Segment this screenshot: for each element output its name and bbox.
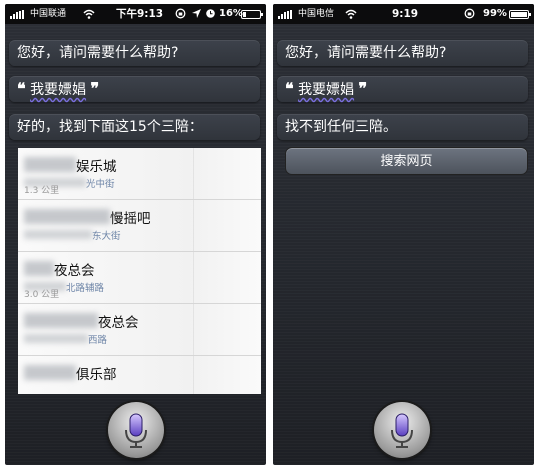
results-list[interactable]: 娱乐城 光中街 1.3 公里 慢摇吧 东大街 夜总会 北路辅路 3.0 公里 夜… bbox=[18, 148, 261, 394]
siri-mic-button[interactable] bbox=[108, 402, 164, 458]
siri-reply-bubble: 找不到任何三陪。 bbox=[277, 114, 528, 140]
battery-icon bbox=[509, 10, 531, 19]
close-quote-icon: ❞ bbox=[358, 79, 368, 98]
siri-mic-button[interactable] bbox=[374, 402, 430, 458]
result-address: 光中街 bbox=[86, 179, 115, 190]
rotation-lock-icon bbox=[464, 8, 475, 19]
list-item[interactable]: 夜总会 北路辅路 3.0 公里 bbox=[18, 252, 261, 304]
location-arrow-icon bbox=[192, 9, 201, 18]
list-item[interactable]: 俱乐部 bbox=[18, 356, 261, 394]
rotation-lock-icon bbox=[175, 8, 186, 19]
carrier-name: 中国电信 bbox=[298, 9, 335, 19]
result-distance: 3.0 公里 bbox=[24, 290, 60, 300]
status-bar: 中国联通 下午9:13 16% bbox=[5, 4, 266, 24]
result-name: 夜总会 bbox=[98, 315, 139, 331]
result-address: 东大街 bbox=[92, 231, 121, 242]
result-name: 俱乐部 bbox=[76, 367, 117, 383]
result-name: 慢摇吧 bbox=[110, 211, 151, 227]
open-quote-icon: ❝ bbox=[285, 79, 294, 98]
signal-bars-icon bbox=[278, 10, 296, 19]
battery-icon bbox=[241, 10, 263, 19]
user-query-text: 我要嫖娼 bbox=[30, 82, 87, 98]
microphone-icon bbox=[391, 413, 413, 448]
result-name: 娱乐城 bbox=[76, 159, 117, 175]
user-query-text: 我要嫖娼 bbox=[298, 82, 355, 98]
siri-reply-bubble: 好的，找到下面这15个三陪： bbox=[9, 114, 260, 140]
user-query-bubble[interactable]: ❝ 我要嫖娼 ❞ bbox=[277, 76, 528, 102]
alarm-clock-icon bbox=[206, 9, 215, 18]
siri-reply-text: 好的，找到下面这15个三陪： bbox=[17, 119, 203, 135]
status-time: 9:19 bbox=[392, 8, 419, 20]
battery-percent: 16% bbox=[219, 8, 243, 19]
battery-percent: 99% bbox=[483, 8, 507, 19]
list-item[interactable]: 夜总会 西路 bbox=[18, 304, 261, 356]
list-item[interactable]: 慢摇吧 东大街 bbox=[18, 200, 261, 252]
wifi-icon bbox=[83, 9, 95, 19]
result-distance: 1.3 公里 bbox=[24, 186, 60, 196]
siri-greeting-bubble: 您好，请问需要什么帮助? bbox=[9, 40, 260, 66]
siri-greeting-text: 您好，请问需要什么帮助? bbox=[285, 45, 447, 61]
carrier-name: 中国联通 bbox=[30, 9, 67, 19]
result-name: 夜总会 bbox=[54, 263, 95, 279]
siri-reply-text: 找不到任何三陪。 bbox=[285, 119, 397, 135]
wifi-icon bbox=[345, 9, 357, 19]
signal-bars-icon bbox=[10, 10, 28, 19]
search-web-button[interactable]: 搜索网页 bbox=[285, 147, 528, 175]
open-quote-icon: ❝ bbox=[17, 79, 26, 98]
left-phone-screen: 中国联通 下午9:13 16% 您好，请问需要什么帮助? ❝ 我要嫖娼 ❞ 好的… bbox=[5, 4, 266, 465]
siri-greeting-bubble: 您好，请问需要什么帮助? bbox=[277, 40, 528, 66]
result-address: 北路辅路 bbox=[66, 283, 105, 294]
right-phone-screen: 中国电信 9:19 99% 您好，请问需要什么帮助? ❝ 我要嫖娼 ❞ 找不到任… bbox=[273, 4, 534, 465]
user-query-bubble[interactable]: ❝ 我要嫖娼 ❞ bbox=[9, 76, 260, 102]
result-address: 西路 bbox=[88, 335, 108, 346]
microphone-icon bbox=[125, 413, 147, 448]
status-time: 下午9:13 bbox=[116, 8, 164, 20]
close-quote-icon: ❞ bbox=[90, 79, 100, 98]
status-bar: 中国电信 9:19 99% bbox=[273, 4, 534, 24]
siri-greeting-text: 您好，请问需要什么帮助? bbox=[17, 45, 179, 61]
list-item[interactable]: 娱乐城 光中街 1.3 公里 bbox=[18, 148, 261, 200]
